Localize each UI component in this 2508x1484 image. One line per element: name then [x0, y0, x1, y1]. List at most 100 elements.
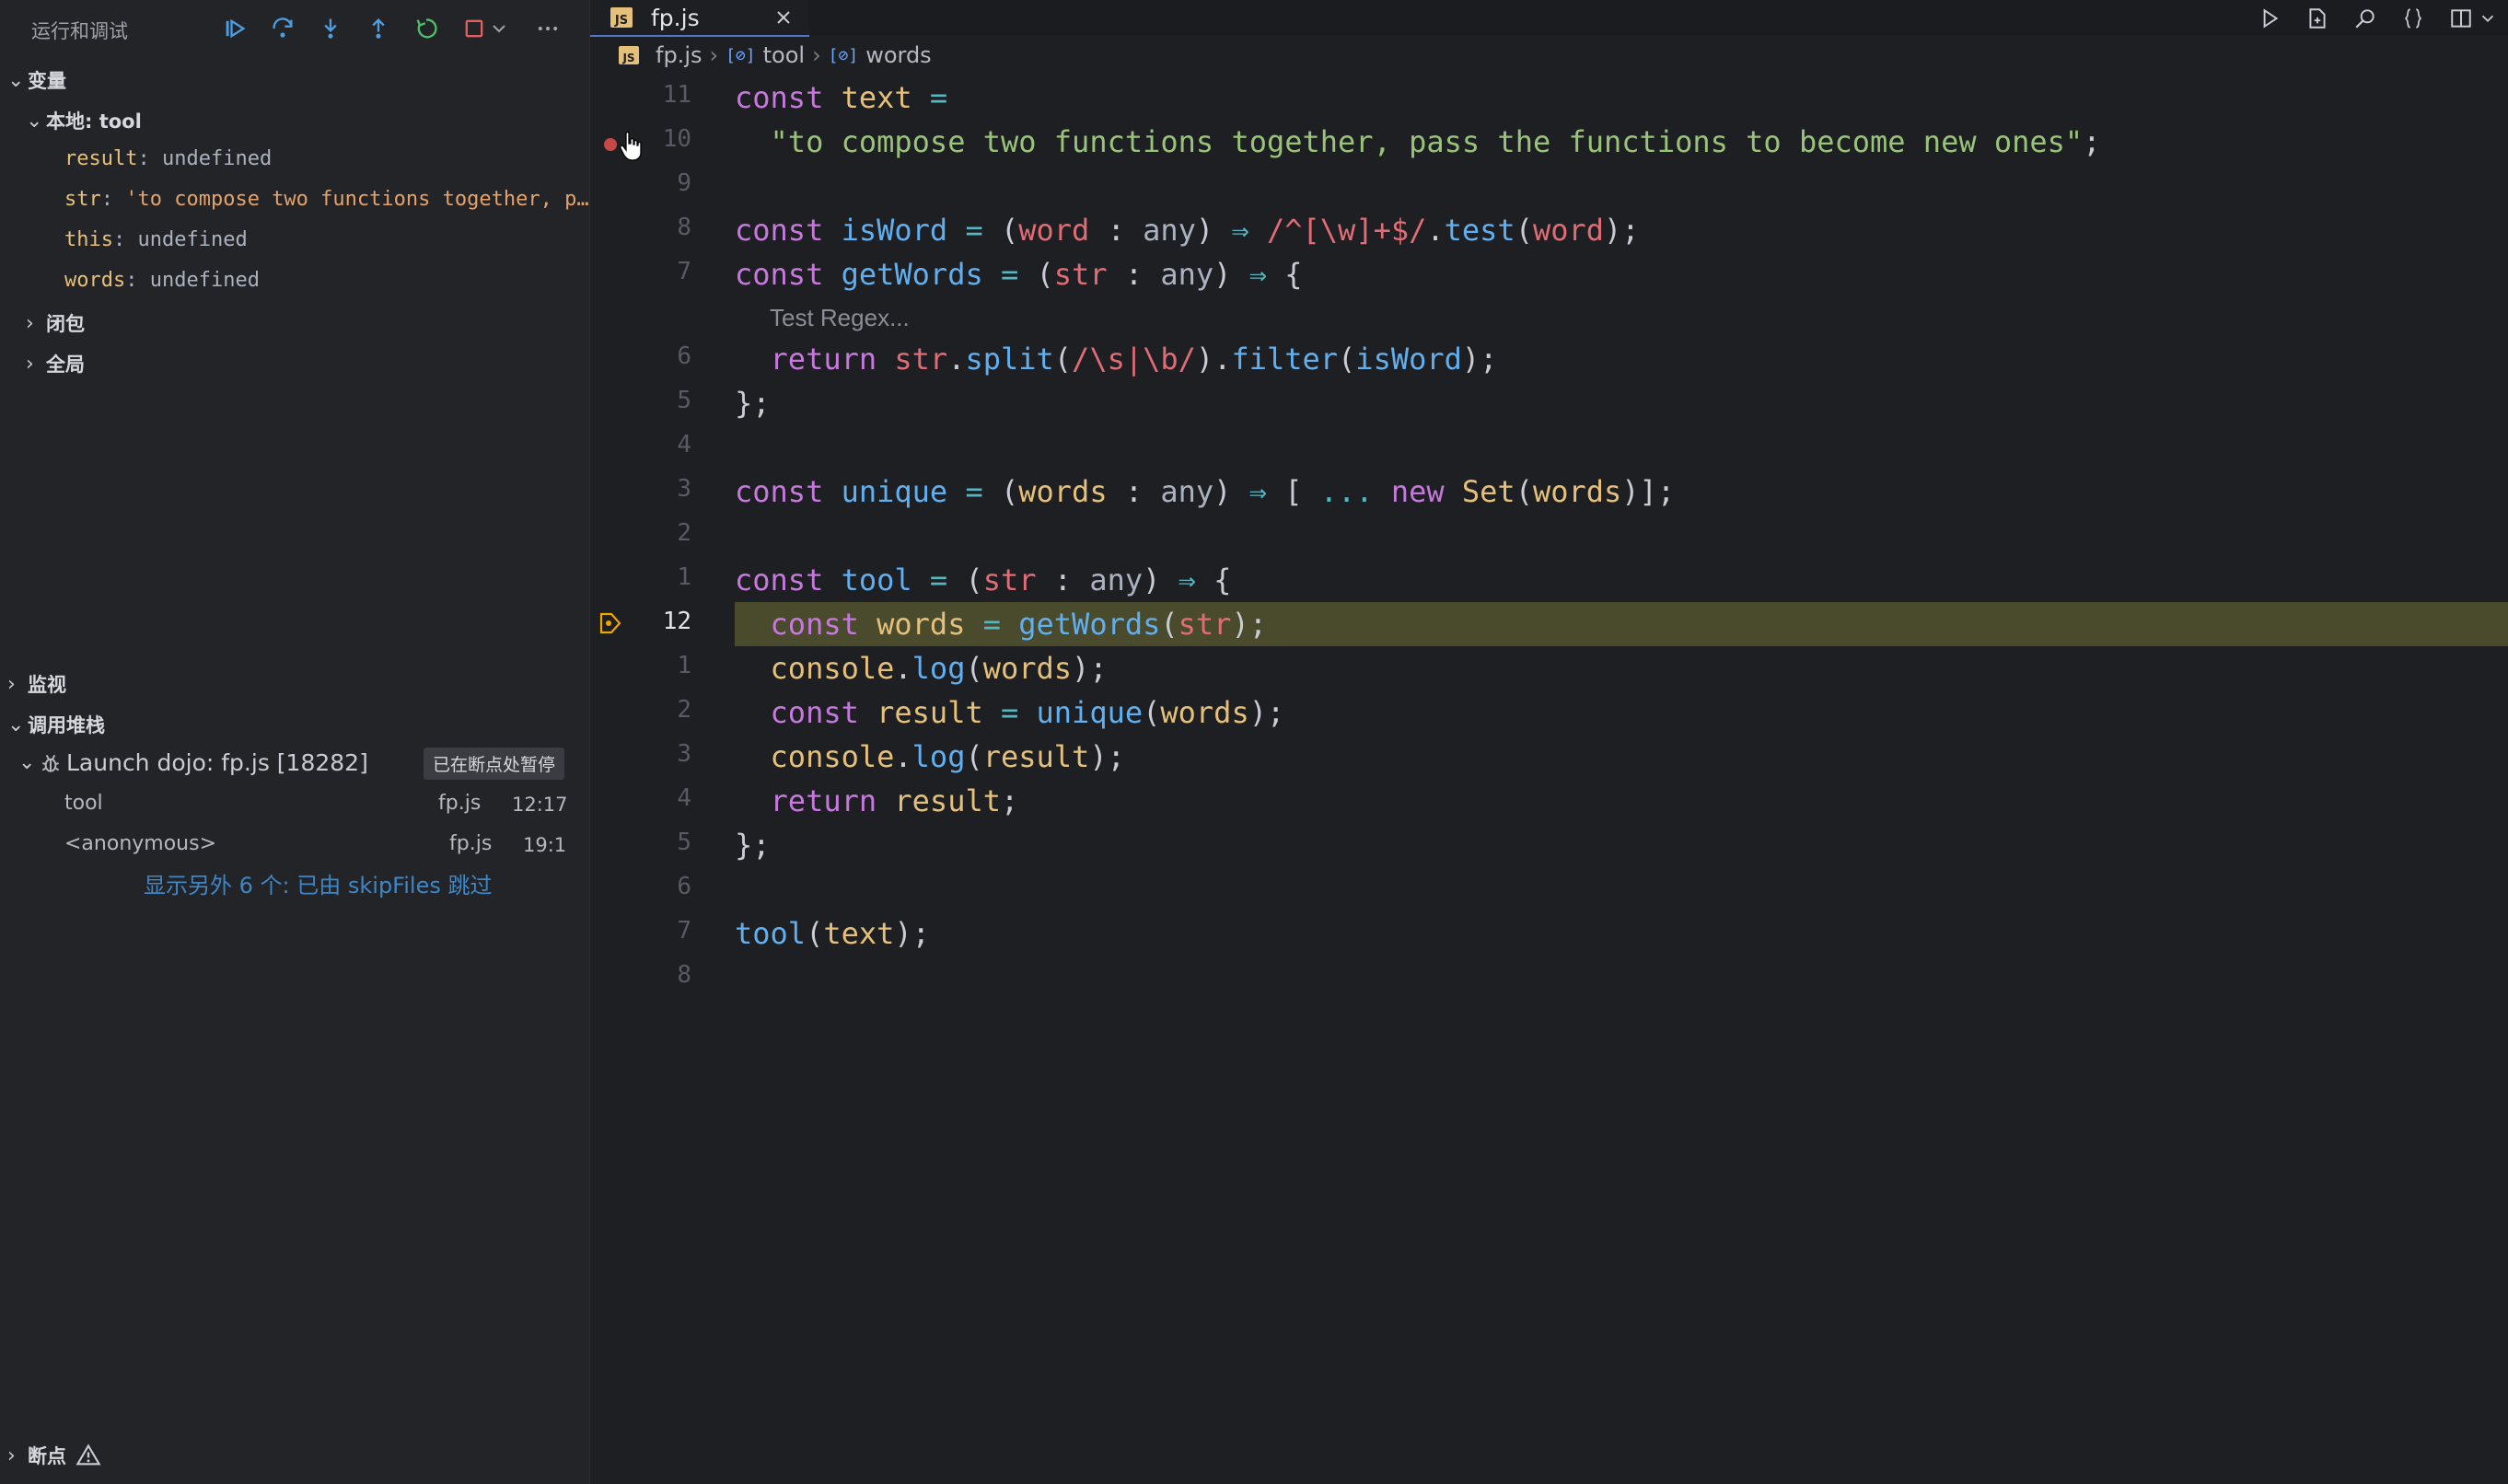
- code-line[interactable]: return str.split(/\s|\b/).filter(isWord)…: [735, 339, 1498, 379]
- breakpoints-section-header[interactable]: › 断点: [7, 1442, 101, 1469]
- chevron-down-icon[interactable]: [488, 13, 510, 44]
- debug-paused-arrow-icon: [599, 612, 621, 634]
- chevron-right-icon: ›: [709, 42, 719, 68]
- variables-header-label: 变量: [28, 70, 66, 92]
- line-number: 2: [677, 519, 691, 547]
- line-number: 2: [677, 696, 691, 724]
- variables-section-header[interactable]: ⌄ 变量: [7, 66, 66, 94]
- stop-icon[interactable]: [459, 13, 490, 44]
- bug-icon: [41, 754, 60, 772]
- code-line[interactable]: "to compose two functions together, pass…: [735, 122, 2101, 162]
- split-editor-icon[interactable]: [2446, 4, 2476, 33]
- variable-row[interactable]: this: undefined: [64, 228, 589, 251]
- line-number: 8: [677, 961, 691, 989]
- debug-session[interactable]: ⌄ Launch dojo: fp.js [18282]: [18, 749, 368, 776]
- more-icon[interactable]: [532, 13, 563, 44]
- frame-pos: 19:1: [523, 834, 567, 856]
- scope-local-label: 本地: tool: [46, 110, 142, 133]
- line-number: 1: [677, 652, 691, 679]
- chevron-right-icon: ›: [7, 672, 16, 696]
- variable-value: undefined: [137, 228, 248, 251]
- variable-name: result: [64, 147, 138, 170]
- variable-row[interactable]: result: undefined: [64, 147, 589, 170]
- frame-name: <anonymous>: [64, 832, 217, 855]
- code-line[interactable]: };: [735, 825, 771, 865]
- show-skipped-frames-link[interactable]: 显示另外 6 个: 已由 skipFiles 跳过: [144, 867, 492, 899]
- variable-value: undefined: [161, 147, 273, 170]
- codelens-test-regex[interactable]: Test Regex...: [770, 304, 910, 332]
- chevron-down-icon[interactable]: [2478, 4, 2498, 33]
- chevron-right-icon: ›: [812, 42, 821, 68]
- code-line[interactable]: const result = unique(words);: [735, 692, 1285, 733]
- code-line-current[interactable]: const words = getWords(str);: [735, 604, 1267, 644]
- line-number: 5: [677, 387, 691, 414]
- chevron-down-icon: ⌄: [18, 751, 36, 774]
- sidebar-title: 运行和调试: [31, 20, 128, 42]
- line-number: 3: [677, 740, 691, 768]
- code-line[interactable]: const getWords = (str : any) ⇒ {: [735, 254, 1303, 295]
- code-line[interactable]: tool(text);: [735, 913, 930, 954]
- variable-name: this: [64, 228, 113, 251]
- line-number: 6: [677, 342, 691, 370]
- code-line[interactable]: console.log(words);: [735, 648, 1108, 689]
- callstack-header-label: 调用堆栈: [28, 714, 105, 736]
- variable-value: undefined: [149, 269, 260, 292]
- code-line[interactable]: const text =: [735, 77, 947, 118]
- status-badge: 已在断点处暂停: [424, 748, 565, 780]
- close-icon[interactable]: [774, 8, 793, 27]
- breakpoints-header-label: 断点: [28, 1445, 66, 1467]
- variable-name: str: [64, 188, 101, 211]
- javascript-file-icon: JS: [610, 7, 633, 28]
- line-number: 5: [677, 829, 691, 856]
- code-line[interactable]: return result;: [735, 781, 1019, 821]
- scope-closure[interactable]: › 闭包: [26, 309, 85, 337]
- step-into-icon[interactable]: [315, 13, 346, 44]
- variable-symbol-icon: [⊘]: [828, 45, 859, 65]
- line-number: 8: [677, 214, 691, 241]
- watch-header-label: 监视: [28, 674, 66, 696]
- session-name: Launch dojo: fp.js [18282]: [66, 749, 368, 776]
- breadcrumb: JS fp.js › [⊘] tool › [⊘] words: [619, 42, 932, 68]
- code-line[interactable]: const unique = (words : any) ⇒ [ ... new…: [735, 471, 1675, 512]
- code-line[interactable]: console.log(result);: [735, 736, 1125, 777]
- code-line[interactable]: };: [735, 383, 771, 423]
- variable-row[interactable]: words: undefined: [64, 269, 589, 292]
- frame-file: fp.js: [449, 832, 493, 855]
- warning-icon: [75, 1443, 101, 1466]
- chevron-down-icon: ⌄: [7, 713, 25, 736]
- scope-local[interactable]: ⌄ 本地: tool: [26, 107, 142, 134]
- line-number: 3: [677, 475, 691, 503]
- line-number: 7: [677, 258, 691, 285]
- step-out-icon[interactable]: [363, 13, 394, 44]
- run-icon[interactable]: [2255, 4, 2284, 33]
- breakpoint-marker[interactable]: [604, 138, 617, 151]
- code-line[interactable]: const isWord = (word : any) ⇒ /^[\w]+$/.…: [735, 210, 1640, 250]
- braces-icon[interactable]: [2398, 4, 2428, 33]
- frame-name: tool: [64, 792, 103, 815]
- chevron-right-icon: ›: [7, 1443, 16, 1467]
- javascript-file-icon: JS: [619, 46, 639, 64]
- callstack-section-header[interactable]: ⌄ 调用堆栈: [7, 711, 105, 738]
- scope-global-label: 全局: [46, 354, 85, 376]
- watch-section-header[interactable]: › 监视: [7, 670, 66, 698]
- tab-fp-js[interactable]: JS fp.js: [590, 0, 809, 37]
- breadcrumb-symbol-tool[interactable]: tool: [763, 42, 805, 68]
- line-number: 4: [677, 431, 691, 458]
- new-file-icon[interactable]: [2303, 4, 2332, 33]
- step-over-icon[interactable]: [267, 13, 298, 44]
- chevron-right-icon: ›: [26, 311, 34, 335]
- restart-icon[interactable]: [411, 13, 442, 44]
- tab-label: fp.js: [651, 4, 700, 31]
- hand-cursor-icon: [620, 131, 642, 161]
- breadcrumb-file[interactable]: fp.js: [656, 42, 702, 68]
- code-line[interactable]: const tool = (str : any) ⇒ {: [735, 560, 1231, 600]
- search-icon[interactable]: [2351, 4, 2380, 33]
- variable-row[interactable]: str: 'to compose two functions together,…: [64, 188, 589, 211]
- scope-global[interactable]: › 全局: [26, 350, 85, 377]
- debug-sidebar: 运行和调试 ⌄ 变量 ⌄ 本地: tool result: undefined …: [0, 0, 590, 1484]
- chevron-right-icon: ›: [26, 352, 34, 376]
- continue-icon[interactable]: [219, 13, 250, 44]
- line-number: 7: [677, 917, 691, 945]
- breadcrumb-symbol-words[interactable]: words: [865, 42, 932, 68]
- line-number: 1: [677, 563, 691, 591]
